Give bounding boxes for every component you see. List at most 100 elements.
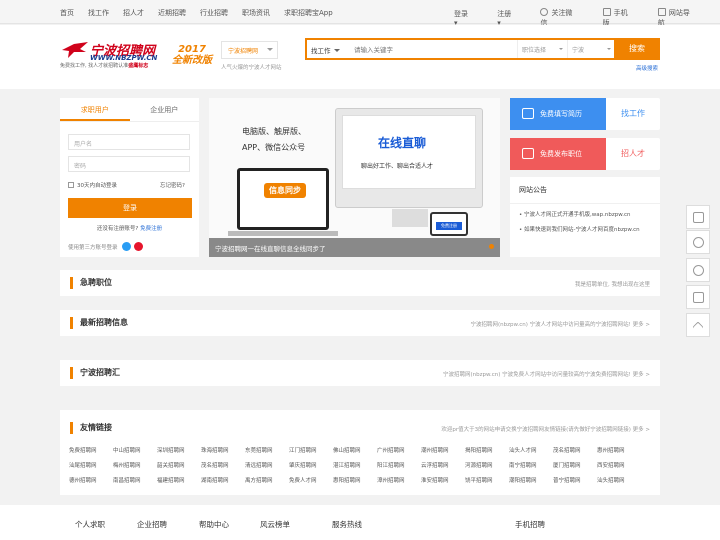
friend-link[interactable]: 禹方招聘网	[245, 476, 289, 484]
friend-link[interactable]: 南昌招聘网	[113, 476, 157, 484]
arrow-up-icon	[692, 321, 704, 333]
friend-link[interactable]: 河源招聘网	[465, 461, 509, 469]
mobile-icon	[602, 8, 611, 16]
password-field[interactable]: 密码	[68, 156, 190, 172]
friend-link[interactable]: 云浮招聘网	[421, 461, 465, 469]
footer-link[interactable]: 个人求职	[75, 519, 105, 530]
footer-link[interactable]: 手机招聘	[515, 519, 545, 530]
friend-link[interactable]: 湖南招聘网	[201, 476, 245, 484]
notice-item[interactable]: • 宁波人才网正式开通手机版,wap.nbzpw.cn	[519, 210, 651, 218]
friend-link[interactable]: 清远招聘网	[245, 461, 289, 469]
friend-link[interactable]: 揭阳招聘网	[465, 446, 509, 454]
friend-link[interactable]: 惠州招聘网	[597, 446, 641, 454]
friend-link[interactable]: 淮安招聘网	[421, 476, 465, 484]
friend-link[interactable]: 饶平招聘网	[465, 476, 509, 484]
post-job-card[interactable]: 免费发布职位 招人才	[510, 138, 660, 170]
free-register-link[interactable]: 免费注册	[140, 226, 162, 232]
login-button[interactable]: 登录	[68, 198, 192, 218]
phone-register-label: 免费注册	[436, 222, 462, 230]
search-category[interactable]: 找工作	[311, 45, 340, 55]
tab-person[interactable]: 求职用户	[60, 98, 130, 121]
footer-link[interactable]: 风云榜单	[260, 519, 290, 530]
edition-text: 全新改版	[172, 55, 212, 66]
nav-home[interactable]: 首页	[60, 8, 74, 18]
friend-link[interactable]: 广州招聘网	[377, 446, 421, 454]
search-button[interactable]: 搜索	[614, 38, 660, 60]
nav-app[interactable]: 求职招聘宝App	[284, 8, 333, 18]
post-job-card-left[interactable]: 免费发布职位	[510, 138, 606, 170]
login-panel: 求职用户 企业用户 用户名 密码 30天内自动登录 忘记密码? 登录 还没有注册…	[60, 98, 199, 257]
section-desc[interactable]: 宁波招聘网(nbzpw.cn) 宁波免费人才网站中访问量较高的宁波免费招聘网站!…	[443, 370, 650, 378]
friend-link[interactable]: 惠阳招聘网	[333, 476, 377, 484]
friend-link[interactable]: 普宁招聘网	[553, 476, 597, 484]
friend-link[interactable]: 湛江招聘网	[333, 461, 377, 469]
side-feedback-button[interactable]	[686, 205, 710, 229]
friend-link[interactable]: 汕头招聘网	[597, 476, 641, 484]
notice-text: 宁波人才网正式开通手机版,wap.nbzpw.cn	[524, 212, 631, 218]
qq-icon[interactable]	[121, 242, 131, 251]
username-field[interactable]: 用户名	[68, 134, 190, 150]
side-phone-button[interactable]	[686, 230, 710, 254]
logo[interactable]: 宁波招聘网 WWW.NBZPW.CN 免费找工作, 找人才就招聘认准盛鹰标志	[60, 40, 170, 70]
friend-link[interactable]: 中山招聘网	[113, 446, 157, 454]
friend-link[interactable]: 潮阳招聘网	[509, 476, 553, 484]
position-select[interactable]: 职位选择	[517, 40, 567, 58]
auto-login-checkbox[interactable]: 30天内自动登录	[68, 181, 117, 189]
friend-link[interactable]: 西安招聘网	[597, 461, 641, 469]
notice-panel: 网站公告 • 宁波人才网正式开通手机版,wap.nbzpw.cn • 如果快速到…	[510, 177, 660, 257]
nav-hire[interactable]: 招人才	[123, 8, 144, 18]
friend-link[interactable]: 阳江招聘网	[377, 461, 421, 469]
friend-link[interactable]: 厦门招聘网	[553, 461, 597, 469]
top-bar: 首页 找工作 招人才 近期招聘 行业招聘 职场资讯 求职招聘宝App 登录 ▾ …	[0, 0, 720, 27]
resume-card-label: 免费填写简历	[540, 110, 582, 118]
friend-link[interactable]: 江门招聘网	[289, 446, 333, 454]
friend-link[interactable]: 汕尾招聘网	[69, 461, 113, 469]
friend-link[interactable]: 德州招聘网	[69, 476, 113, 484]
friend-link[interactable]: 福建招聘网	[157, 476, 201, 484]
hire-button[interactable]: 招人才	[606, 138, 660, 170]
friend-link[interactable]: 潮州招聘网	[421, 446, 465, 454]
nav-news[interactable]: 职场资讯	[242, 8, 270, 18]
advanced-search-link[interactable]: 高级搜索	[636, 64, 658, 72]
search-input[interactable]	[354, 43, 514, 57]
weibo-icon[interactable]	[133, 242, 143, 251]
nav-find-job[interactable]: 找工作	[88, 8, 109, 18]
friend-link[interactable]: 珠海招聘网	[201, 446, 245, 454]
friend-link[interactable]: 深圳招聘网	[157, 446, 201, 454]
friend-link[interactable]: 漳州招聘网	[377, 476, 421, 484]
friend-link[interactable]: 佛山招聘网	[333, 446, 377, 454]
friend-link[interactable]: 免费招聘网	[69, 446, 113, 454]
notice-item[interactable]: • 如果快速到我们网站-宁波人才网百度nbzpw.cn	[519, 225, 651, 233]
friend-link[interactable]: 汕头人才网	[509, 446, 553, 454]
friend-link[interactable]: 南宁招聘网	[509, 461, 553, 469]
friend-link[interactable]: 肇庆招聘网	[289, 461, 333, 469]
resume-card-left[interactable]: 免费填写简历	[510, 98, 606, 130]
urgent-jobs-section: 急聘职位 我是招聘单位, 我想出现在这里	[60, 270, 660, 296]
nav-recent[interactable]: 近期招聘	[158, 8, 186, 18]
side-qq-button[interactable]	[686, 258, 710, 282]
back-to-top-button[interactable]	[686, 313, 710, 337]
section-desc[interactable]: 欢迎pr值大于3的网站申请交换宁波招聘网友情链接(请先做好宁波招聘网链接) 更多…	[441, 425, 650, 433]
site-select[interactable]: 宁波招聘网	[221, 41, 278, 59]
friend-link[interactable]: 茂名招聘网	[553, 446, 597, 454]
friend-link[interactable]: 茂名招聘网	[201, 461, 245, 469]
nav-industry[interactable]: 行业招聘	[200, 8, 228, 18]
section-desc[interactable]: 宁波招聘网(nbzpw.cn) 宁波人才网站中访问量高的宁波招聘网站! 更多 >	[471, 320, 650, 328]
friend-link[interactable]: 免费人才网	[289, 476, 333, 484]
carousel-dot[interactable]	[489, 244, 494, 249]
footer-link[interactable]: 企业招聘	[137, 519, 167, 530]
footer-link[interactable]: 服务热线	[332, 519, 362, 530]
banner[interactable]: 电脑版、触屏版、 APP、微信公众号 在线直聊 聊出好工作、聊出合适人才 信息同步…	[209, 98, 500, 257]
footer-link[interactable]: 帮助中心	[199, 519, 229, 530]
resume-card[interactable]: 免费填写简历 找工作	[510, 98, 660, 130]
forgot-password-link[interactable]: 忘记密码?	[160, 181, 185, 189]
tab-company[interactable]: 企业用户	[130, 98, 200, 121]
side-edit-button[interactable]	[686, 285, 710, 309]
region-select[interactable]: 宁波	[567, 40, 615, 58]
friend-link[interactable]: 东莞招聘网	[245, 446, 289, 454]
friend-link[interactable]: 梅州招聘网	[113, 461, 157, 469]
find-job-button[interactable]: 找工作	[606, 98, 660, 130]
friend-link[interactable]: 韶关招聘网	[157, 461, 201, 469]
feature-line: 电脑版、触屏版、	[242, 127, 306, 136]
section-desc[interactable]: 我是招聘单位, 我想出现在这里	[575, 280, 650, 288]
